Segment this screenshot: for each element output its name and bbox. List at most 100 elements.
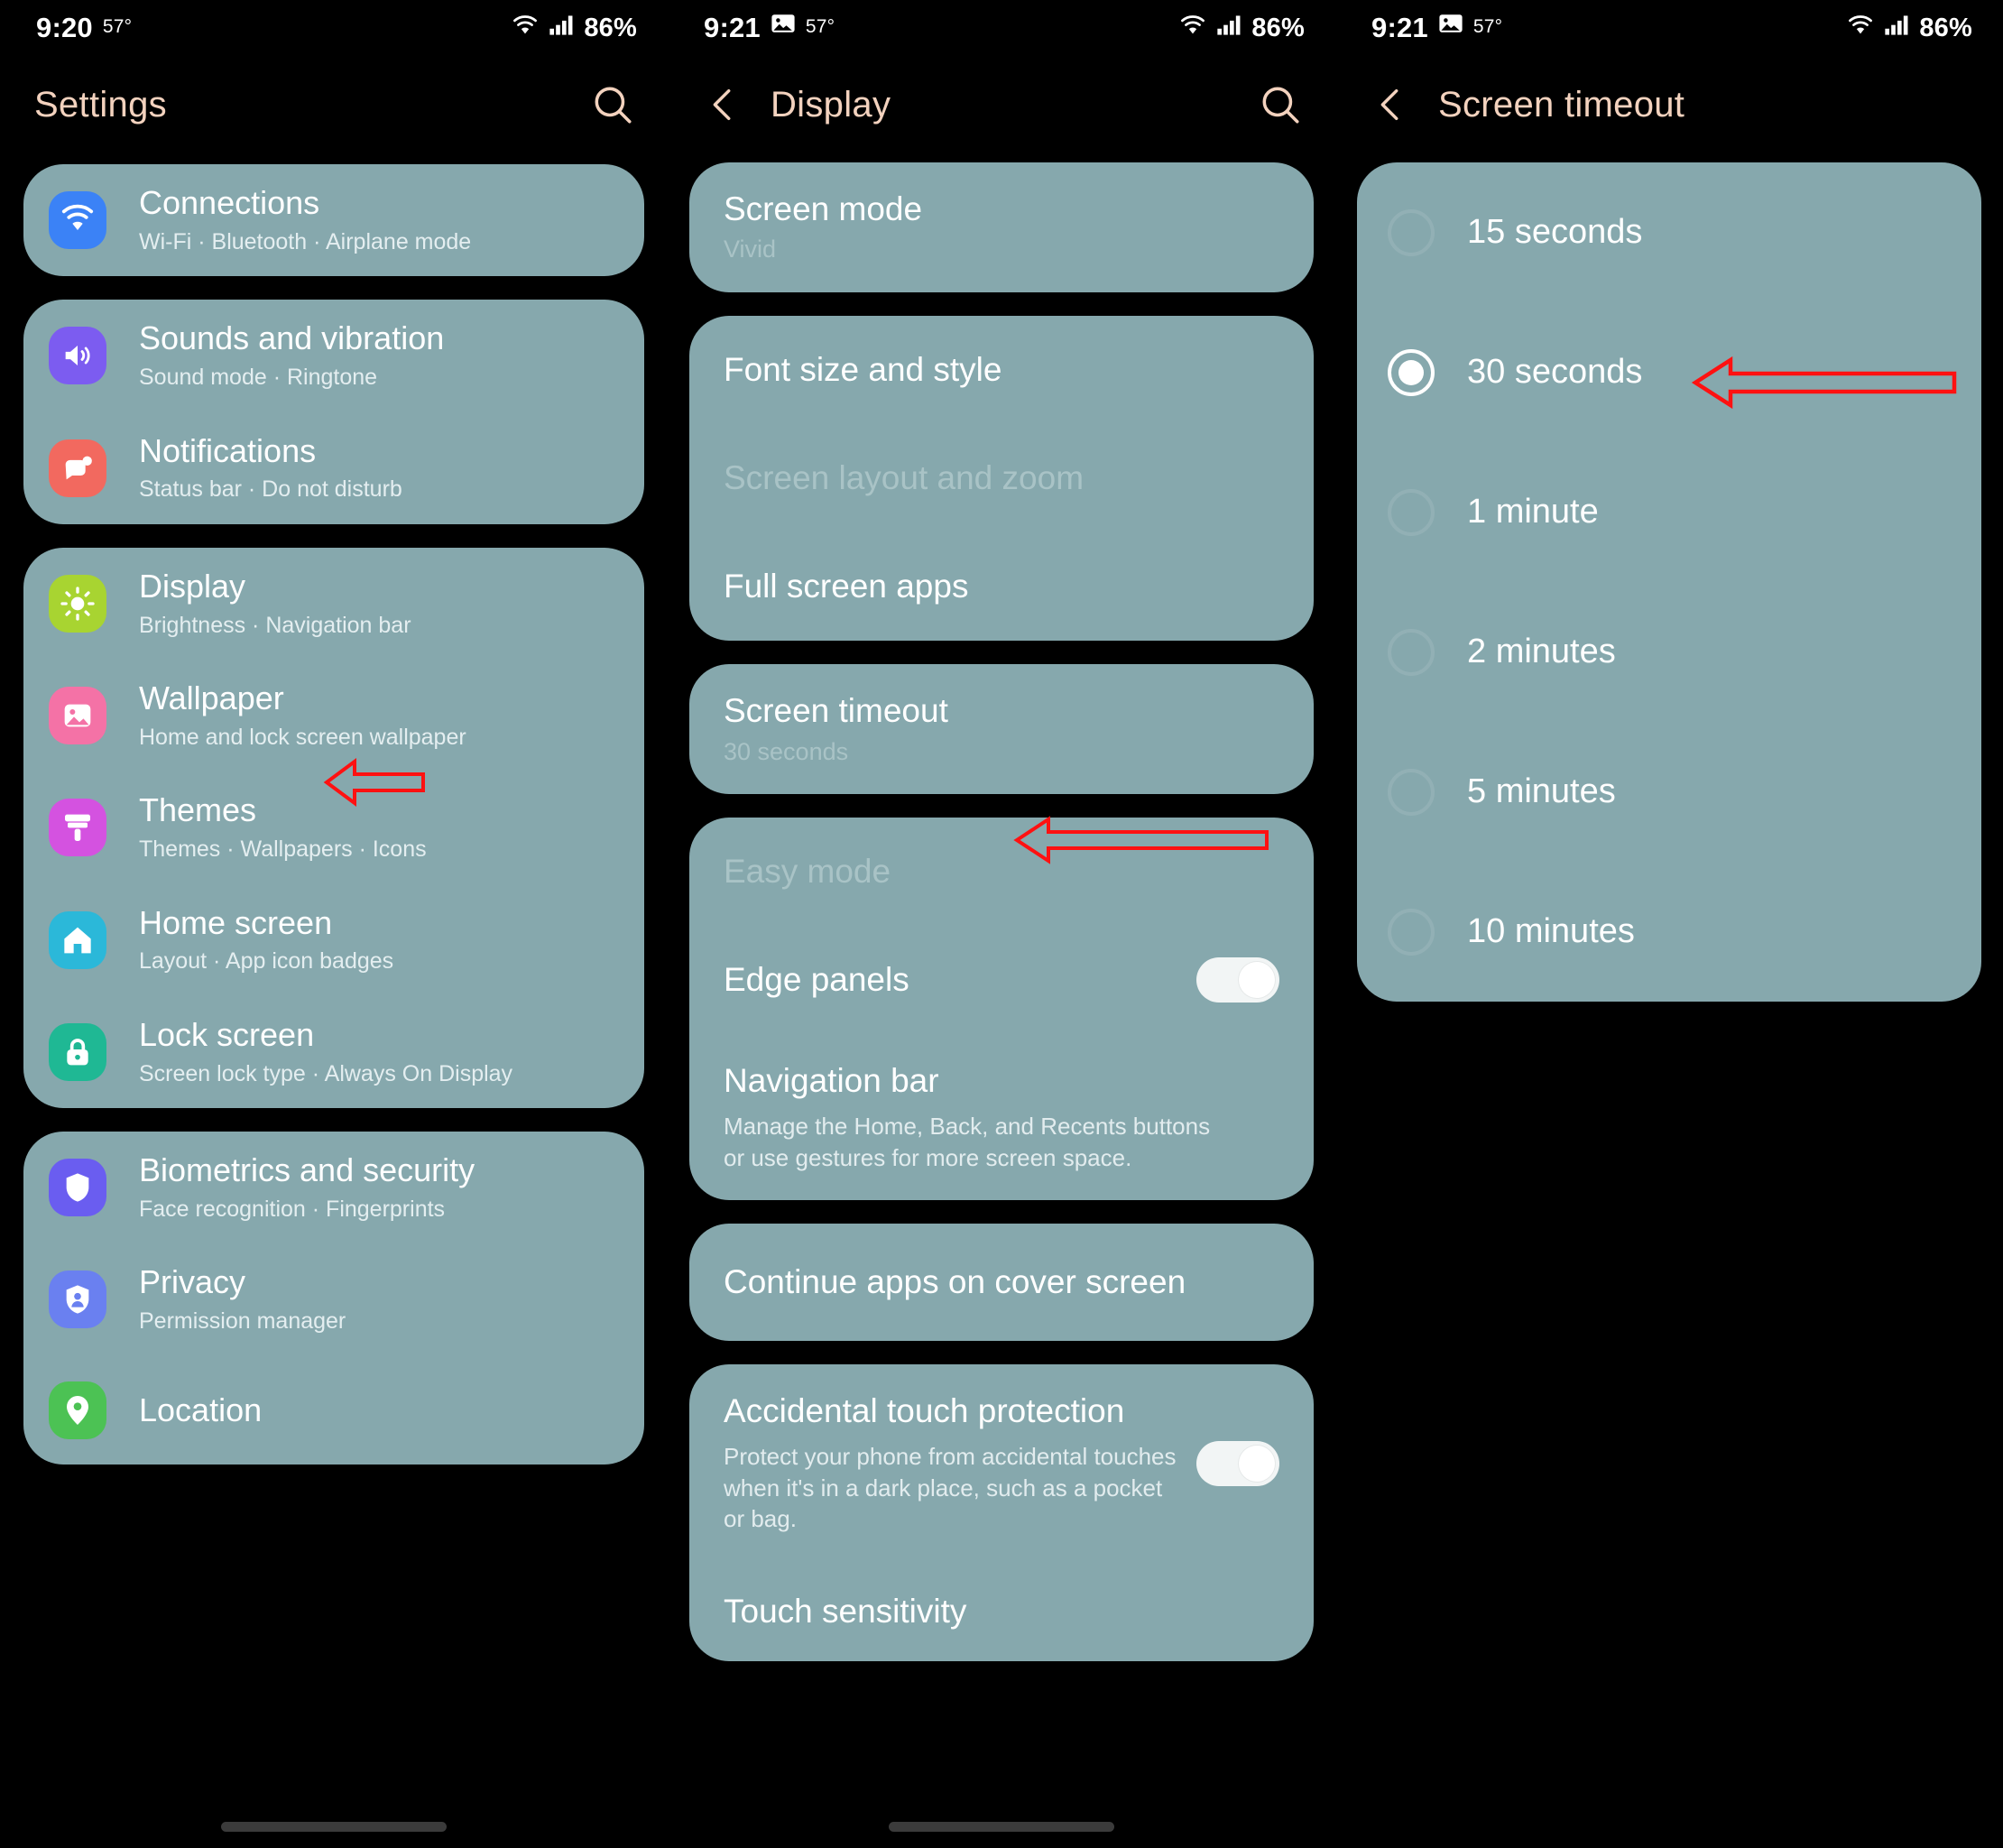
accidental-touch-protection-toggle[interactable] — [1196, 1440, 1279, 1486]
page-title: Screen timeout — [1438, 84, 1685, 125]
settings-group: Font size and style Screen layout and zo… — [689, 316, 1314, 642]
item-title: Edge panels — [724, 961, 909, 999]
app-bar: Screen timeout — [1335, 56, 2003, 153]
item-title: Easy mode — [724, 853, 891, 891]
item-subtitle: Home and lock screen wallpaper — [139, 724, 466, 750]
status-bar: 9:21 57° 86% — [1335, 0, 2003, 56]
gesture-bar — [221, 1822, 447, 1832]
radio-icon[interactable] — [1388, 208, 1435, 256]
status-clock: 9:21 — [704, 12, 761, 43]
row-accidental-touch-protection[interactable]: Accidental touch protection Protect your… — [689, 1364, 1314, 1562]
row-edge-panels[interactable]: Edge panels — [689, 926, 1314, 1034]
option-label: 30 seconds — [1467, 353, 1643, 391]
sidebar-item-themes[interactable]: Themes Themes · Wallpapers · Icons — [23, 772, 644, 883]
item-title: Themes — [139, 791, 257, 829]
option-label: 5 minutes — [1467, 772, 1616, 810]
option-2-minutes[interactable]: 2 minutes — [1357, 582, 1981, 722]
image-icon — [49, 687, 106, 745]
row-screen-mode[interactable]: Screen mode Vivid — [689, 162, 1314, 292]
option-label: 2 minutes — [1467, 633, 1616, 670]
item-description: Manage the Home, Back, and Recents butto… — [724, 1112, 1211, 1171]
radio-icon[interactable] — [1388, 488, 1435, 536]
option-1-minute[interactable]: 1 minute — [1357, 442, 1981, 582]
settings-group: Sounds and vibration Sound mode · Ringto… — [23, 300, 644, 524]
row-font-size-and-style[interactable]: Font size and style — [689, 316, 1314, 424]
option-label: 15 seconds — [1467, 213, 1643, 251]
sidebar-item-lock-screen[interactable]: Lock screen Screen lock type · Always On… — [23, 996, 644, 1108]
option-15-seconds[interactable]: 15 seconds — [1357, 162, 1981, 302]
sidebar-item-wallpaper[interactable]: Wallpaper Home and lock screen wallpaper — [23, 660, 644, 772]
status-clock: 9:21 — [1371, 12, 1428, 43]
back-icon[interactable] — [1370, 84, 1411, 125]
option-30-seconds[interactable]: 30 seconds — [1357, 302, 1981, 442]
display-settings-list: Screen mode Vivid Font size and style Sc… — [668, 153, 1335, 1662]
item-subtitle: Screen lock type · Always On Display — [139, 1060, 513, 1086]
wifi-icon — [1177, 13, 1208, 44]
signal-icon — [1216, 13, 1243, 43]
sidebar-item-display[interactable]: Display Brightness · Navigation bar — [23, 548, 644, 660]
option-10-minutes[interactable]: 10 minutes — [1357, 862, 1981, 1002]
row-easy-mode[interactable]: Easy mode — [689, 818, 1314, 926]
item-subtitle: Themes · Wallpapers · Icons — [139, 836, 427, 862]
brightness-icon — [49, 574, 106, 633]
radio-icon[interactable] — [1388, 908, 1435, 956]
volume-icon — [49, 327, 106, 385]
status-bar: 9:20 57° 86% — [0, 0, 668, 56]
option-label: 10 minutes — [1467, 912, 1635, 950]
sidebar-item-sounds-and-vibration[interactable]: Sounds and vibration Sound mode · Ringto… — [23, 300, 644, 411]
panel-display: 9:21 57° 86% Display Screen mode Vivid F… — [668, 0, 1335, 1848]
privacy-shield-icon — [49, 1270, 106, 1329]
item-title: Touch sensitivity — [724, 1593, 967, 1630]
item-subtitle: Layout · App icon badges — [139, 948, 394, 975]
radio-icon[interactable] — [1388, 768, 1435, 816]
item-subtitle: Vivid — [724, 236, 777, 263]
row-screen-layout-and-zoom[interactable]: Screen layout and zoom — [689, 424, 1314, 532]
status-clock: 9:20 — [36, 12, 93, 43]
page-title: Settings — [34, 84, 167, 125]
sidebar-item-privacy[interactable]: Privacy Permission manager — [23, 1243, 644, 1355]
status-temperature: 57° — [1472, 16, 1503, 37]
option-5-minutes[interactable]: 5 minutes — [1357, 722, 1981, 862]
shield-icon — [49, 1159, 106, 1217]
wifi-icon — [1845, 13, 1876, 44]
edge-panels-toggle[interactable] — [1196, 957, 1279, 1003]
row-screen-timeout[interactable]: Screen timeout 30 seconds — [689, 664, 1314, 794]
settings-list: Connections Wi-Fi · Bluetooth · Airplane… — [0, 153, 668, 1465]
location-pin-icon — [49, 1381, 106, 1439]
settings-group: Screen mode Vivid — [689, 162, 1314, 293]
item-description: Protect your phone from accidental touch… — [724, 1442, 1177, 1533]
item-subtitle: Wi-Fi · Bluetooth · Airplane mode — [139, 228, 472, 254]
radio-icon[interactable] — [1388, 628, 1435, 676]
sidebar-item-biometrics-and-security[interactable]: Biometrics and security Face recognition… — [23, 1132, 644, 1243]
sidebar-item-home-screen[interactable]: Home screen Layout · App icon badges — [23, 884, 644, 996]
search-icon[interactable] — [1258, 82, 1303, 127]
item-title: Accidental touch protection — [724, 1392, 1125, 1430]
item-title: Navigation bar — [724, 1062, 939, 1100]
panel-settings: 9:20 57° 86% Settings Connections Wi-Fi … — [0, 0, 668, 1848]
battery-percent: 86% — [1919, 13, 1972, 42]
paintbrush-icon — [49, 799, 106, 857]
settings-group: Easy mode Edge panels Navigation bar Man… — [689, 818, 1314, 1201]
wifi-icon — [49, 191, 106, 250]
row-continue-apps-on-cover-screen[interactable]: Continue apps on cover screen — [689, 1224, 1314, 1341]
settings-group: Continue apps on cover screen — [689, 1224, 1314, 1342]
row-navigation-bar[interactable]: Navigation bar Manage the Home, Back, an… — [689, 1034, 1314, 1200]
radio-icon-selected[interactable] — [1388, 348, 1435, 396]
sidebar-item-connections[interactable]: Connections Wi-Fi · Bluetooth · Airplane… — [23, 164, 644, 276]
signal-icon — [549, 13, 576, 43]
item-subtitle: 30 seconds — [724, 737, 849, 765]
radio-group: 15 seconds 30 seconds 1 minute 2 minutes… — [1357, 162, 1981, 1002]
sidebar-item-location[interactable]: Location — [23, 1356, 644, 1465]
item-title: Screen layout and zoom — [724, 458, 1085, 496]
search-icon[interactable] — [590, 82, 635, 127]
row-touch-sensitivity[interactable]: Touch sensitivity — [689, 1562, 1314, 1661]
item-title: Connections — [139, 184, 320, 221]
battery-percent: 86% — [584, 13, 637, 42]
back-icon[interactable] — [702, 84, 743, 125]
item-title: Privacy — [139, 1263, 246, 1301]
item-subtitle: Sound mode · Ringtone — [139, 365, 378, 390]
signal-icon — [1884, 13, 1911, 43]
sidebar-item-notifications[interactable]: Notifications Status bar · Do not distur… — [23, 412, 644, 524]
row-full-screen-apps[interactable]: Full screen apps — [689, 532, 1314, 641]
gesture-bar — [889, 1822, 1114, 1832]
